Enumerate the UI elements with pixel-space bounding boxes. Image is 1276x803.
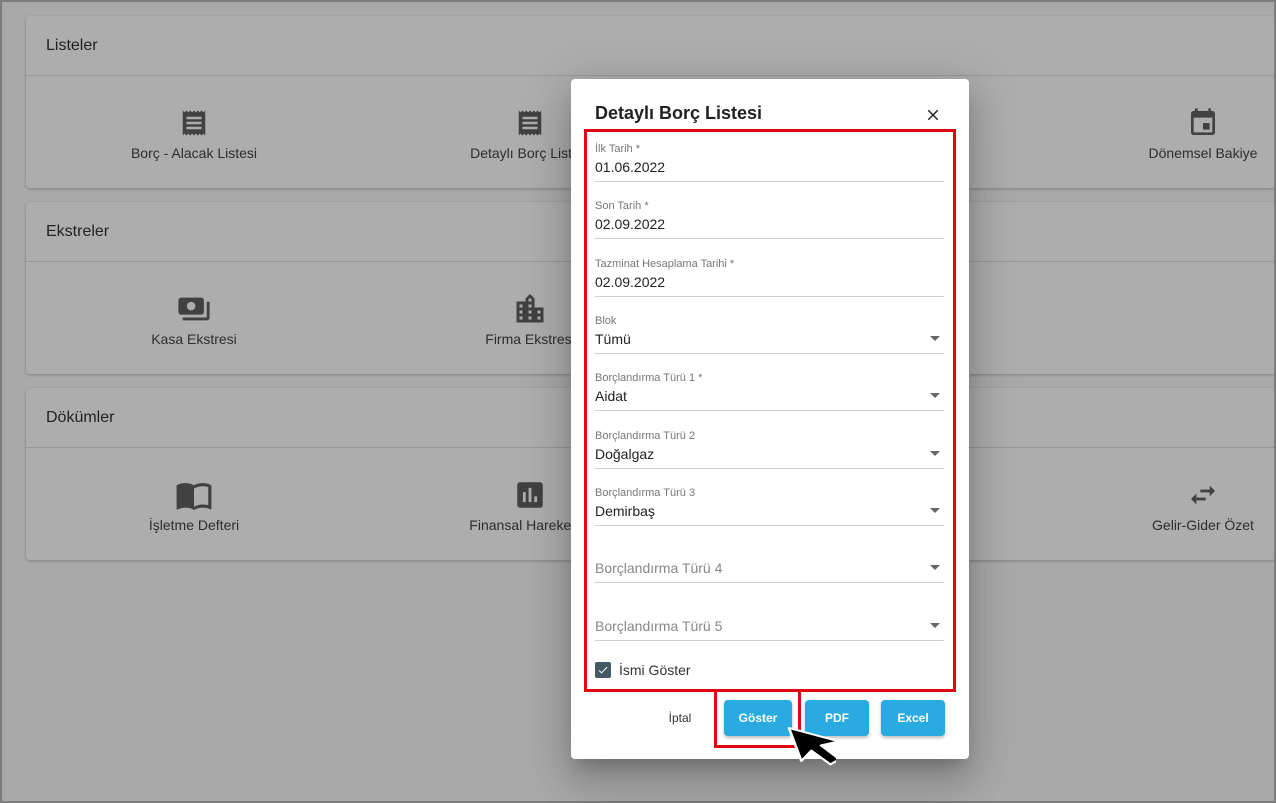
close-icon: [927, 109, 939, 121]
mouse-cursor-icon: [786, 726, 841, 777]
form-fields-highlight: [584, 129, 956, 692]
dialog-title: Detaylı Borç Listesi: [595, 103, 763, 123]
excel-button[interactable]: Excel: [881, 700, 945, 736]
iptal-button[interactable]: İptal: [657, 700, 703, 736]
close-button[interactable]: [921, 103, 945, 127]
